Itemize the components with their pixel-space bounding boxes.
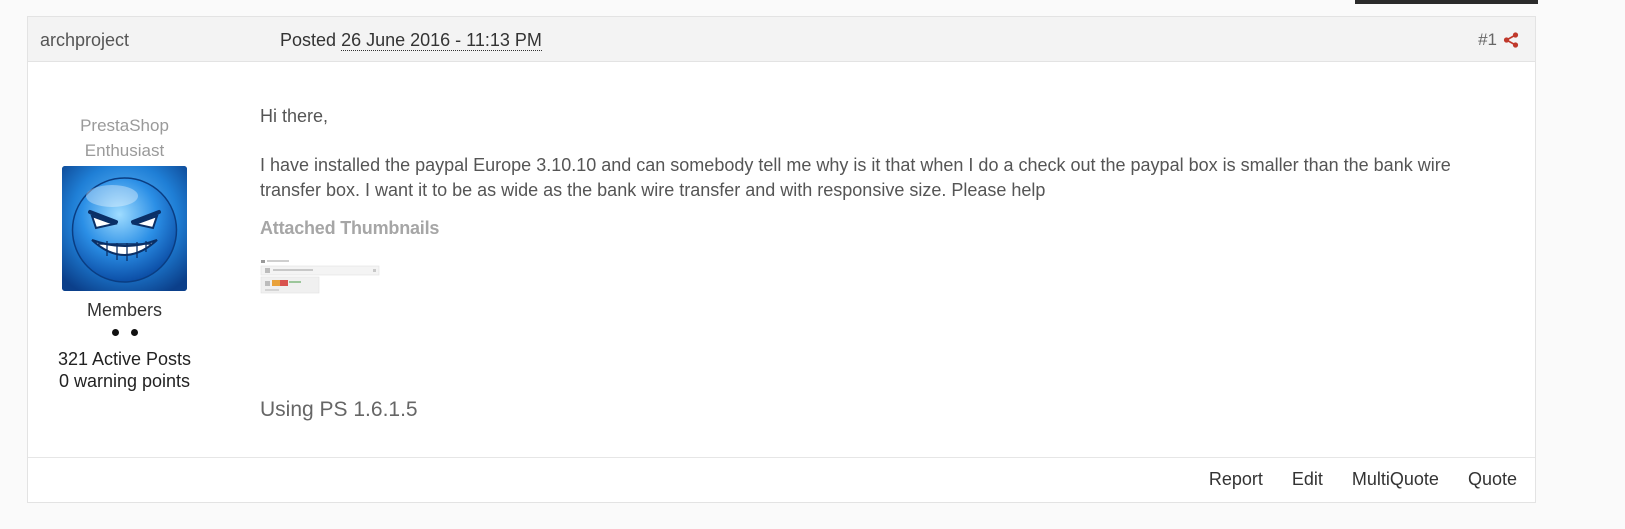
post-number: #1 xyxy=(1478,30,1497,49)
attachment-thumbnail[interactable] xyxy=(260,258,380,296)
quote-link[interactable]: Quote xyxy=(1468,469,1517,490)
post-greeting: Hi there, xyxy=(260,106,329,126)
author-panel: PrestaShop Enthusiast Members 321 Active… xyxy=(28,62,221,392)
posted-date: 26 June 2016 - 11:13 PM xyxy=(341,30,542,51)
post-actions: Report Edit MultiQuote Quote xyxy=(1209,469,1517,490)
active-posts-count: 321 Active Posts xyxy=(57,349,192,369)
avatar[interactable] xyxy=(62,166,187,291)
post-header: archproject Posted 26 June 2016 - 11:13 … xyxy=(28,17,1535,62)
reputation-pip xyxy=(111,329,119,336)
author-stats: 321 Active Posts 0 warning points xyxy=(28,348,221,392)
posted-info: Posted 26 June 2016 - 11:13 PM xyxy=(280,30,542,51)
author-name-link[interactable]: archproject xyxy=(40,30,129,51)
posted-label: Posted xyxy=(280,30,337,50)
forum-post: archproject Posted 26 June 2016 - 11:13 … xyxy=(27,16,1536,503)
warning-points: 0 warning points xyxy=(58,371,191,391)
post-number-link[interactable]: #1 xyxy=(1478,30,1519,50)
signature: Using PS 1.6.1.5 xyxy=(260,398,418,421)
member-group: Members xyxy=(86,300,162,320)
attached-thumbnails-title: Attached Thumbnails xyxy=(260,218,440,238)
multiquote-link[interactable]: MultiQuote xyxy=(1352,469,1439,490)
reputation-pip xyxy=(130,329,138,336)
post-body: I have installed the paypal Europe 3.10.… xyxy=(260,155,1451,200)
share-icon[interactable] xyxy=(1503,32,1519,48)
reputation-pips xyxy=(28,329,221,336)
rank-title: PrestaShop Enthusiast xyxy=(80,116,169,160)
top-bar-fragment xyxy=(1355,0,1538,4)
report-link[interactable]: Report xyxy=(1209,469,1263,490)
post-footer: Report Edit MultiQuote Quote xyxy=(28,457,1535,502)
edit-link[interactable]: Edit xyxy=(1292,469,1323,490)
